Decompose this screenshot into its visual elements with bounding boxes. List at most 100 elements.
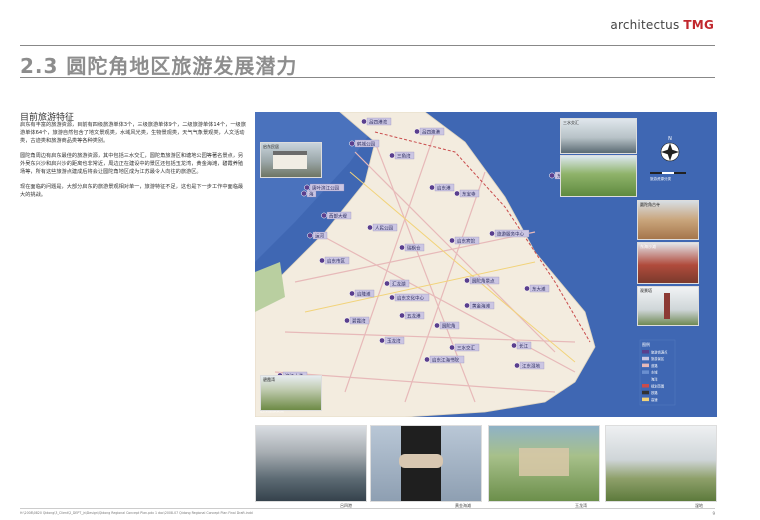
photo-temple: 圆陀角古寺: [637, 200, 699, 240]
map-label-text: 圆陀角: [442, 322, 456, 329]
legend-swatch: [642, 363, 649, 368]
photo-shells: [370, 425, 482, 502]
map-label-text: 海: [309, 190, 314, 197]
map-label-text: 吕四港湾: [369, 118, 387, 125]
map-label-text: 启东江海书院: [432, 356, 459, 363]
map-label: 西部大堤: [326, 211, 352, 219]
tourism-marker-icon: [454, 190, 460, 197]
map-label-text: 启东市区: [327, 257, 345, 264]
legend-item-label: 铁路: [651, 390, 658, 395]
legend-item-label: 水域: [651, 370, 658, 375]
tourism-marker-icon: [464, 302, 470, 309]
map-label: 启东江海书院: [429, 355, 465, 363]
map-label-text: 五龙港: [407, 312, 421, 319]
map-label: 碧霞湾: [349, 316, 370, 324]
page-title: 2.3 圆陀角地区旅游发展潜力: [20, 54, 298, 78]
tourism-marker-icon: [449, 344, 455, 351]
map-label: 黄金海滩: [469, 301, 495, 309]
legend-item-label: 高速: [651, 397, 658, 402]
map-label: 运河: [312, 231, 328, 239]
tourism-marker-icon: [349, 290, 355, 297]
map-label: 人民公园: [372, 223, 398, 231]
map-label-text: 圆陀角景点: [472, 277, 495, 284]
legend-swatch: [642, 384, 649, 388]
map-label-text: 运河: [315, 232, 324, 239]
map-label: 吕四渔港: [419, 127, 445, 135]
legend-title: 图例: [642, 341, 650, 347]
photo-bay: 碧霞湾: [260, 375, 322, 411]
map-label: 吕四港湾: [366, 117, 392, 125]
map-label: 汇龙湖: [389, 279, 410, 287]
photo-port: 三水交汇: [560, 118, 637, 154]
footer-divider: [20, 508, 715, 509]
map-label: 圆陀角景点: [469, 276, 500, 284]
photo-resort-render: [488, 425, 600, 502]
map-label: 三角湾: [394, 151, 415, 159]
map-label: 启东宾馆: [454, 236, 480, 244]
map-label: 玉龙湾: [384, 336, 405, 344]
legend-swatch: [642, 397, 649, 402]
tourism-marker-icon: [424, 356, 430, 363]
section-body: 启东有丰富的旅游资源，目前有四级旅游单体3个，三级旅游单体9个，二级旅游单体14…: [20, 121, 248, 206]
map-label-text: 碧霞湾: [352, 317, 366, 324]
tourism-marker-icon: [399, 244, 405, 251]
tourism-marker-icon: [321, 212, 327, 219]
north-label: N: [668, 136, 672, 142]
map-label-text: 吕四渔港: [422, 128, 440, 135]
map-label: 东大滩: [529, 284, 550, 292]
tourism-marker-icon: [511, 342, 517, 349]
tourism-marker-icon: [434, 322, 440, 329]
map-label-text: 西部大堤: [329, 212, 347, 219]
map-label-text: 启东文化中心: [397, 294, 424, 301]
brand-logo: architectus TMG: [610, 18, 714, 32]
photo-wetland: [605, 425, 717, 502]
legend-swatch: [642, 350, 649, 354]
map-label-text: 东宝寺: [462, 190, 476, 197]
tourism-marker-icon: [514, 362, 520, 369]
map-label: 启东市区: [324, 256, 350, 264]
tourism-marker-icon: [349, 140, 355, 147]
map-label-text: 旅游服务中心: [497, 230, 524, 237]
legend-item-label: 规划范围: [651, 383, 665, 388]
tourism-marker-icon: [549, 172, 555, 179]
tourism-marker-icon: [319, 257, 325, 264]
tourism-marker-icon: [429, 184, 435, 191]
photo-tower: 观景塔: [637, 286, 699, 326]
tourism-marker-icon: [389, 152, 395, 159]
legend-item-label: 海洋: [651, 377, 658, 382]
tourism-marker-icon: [367, 224, 373, 231]
tourism-marker-icon: [384, 280, 390, 287]
map-label: 唐叶滨江公园: [309, 183, 345, 191]
map-label: 启东文化中心: [394, 293, 430, 301]
tourism-marker-icon: [307, 232, 313, 239]
tourism-marker-icon: [379, 337, 385, 344]
map-label-text: 江东湿地: [522, 362, 540, 369]
map-label: 启隆滩: [354, 289, 375, 297]
map-label-text: 三水交汇: [457, 344, 475, 351]
tourism-marker-icon: [524, 285, 530, 292]
map-label: 长江: [516, 341, 532, 349]
legend-swatch: [642, 370, 649, 374]
photo-green: [560, 155, 637, 197]
map-label-text: 东大滩: [532, 285, 546, 292]
map-label: 三水交汇: [454, 343, 480, 351]
tourism-marker-icon: [399, 312, 405, 319]
footer-file-path: H:\2008\0820 Qidong\3_Client\2_DEPT_jn\D…: [20, 511, 253, 515]
page-number: 9: [712, 511, 715, 516]
legend-item-label: 旅游资源点: [651, 349, 668, 354]
tourism-marker-icon: [389, 294, 395, 301]
title-divider: [20, 77, 715, 78]
map-label-text: 黄金海滩: [472, 302, 490, 309]
scale-label: 旅游资源分类: [650, 176, 671, 181]
tourism-marker-icon: [464, 277, 470, 284]
map-label-text: 长江: [519, 342, 528, 349]
tourism-marker-icon: [304, 184, 310, 191]
top-divider: [20, 45, 715, 46]
map-label: 瑞枫仓: [404, 243, 425, 251]
map-label-text: 三角湾: [397, 152, 411, 159]
legend-swatch: [642, 390, 649, 395]
tourism-marker-icon: [449, 237, 455, 244]
map-label-text: 启东宾馆: [457, 237, 475, 244]
map-label-text: 唐叶滨江公园: [312, 184, 339, 191]
paragraph: 现在面临的问题是，大部分启东的旅游景观相对单一，旅游特征不足，这也是下一步工作中…: [20, 184, 244, 198]
